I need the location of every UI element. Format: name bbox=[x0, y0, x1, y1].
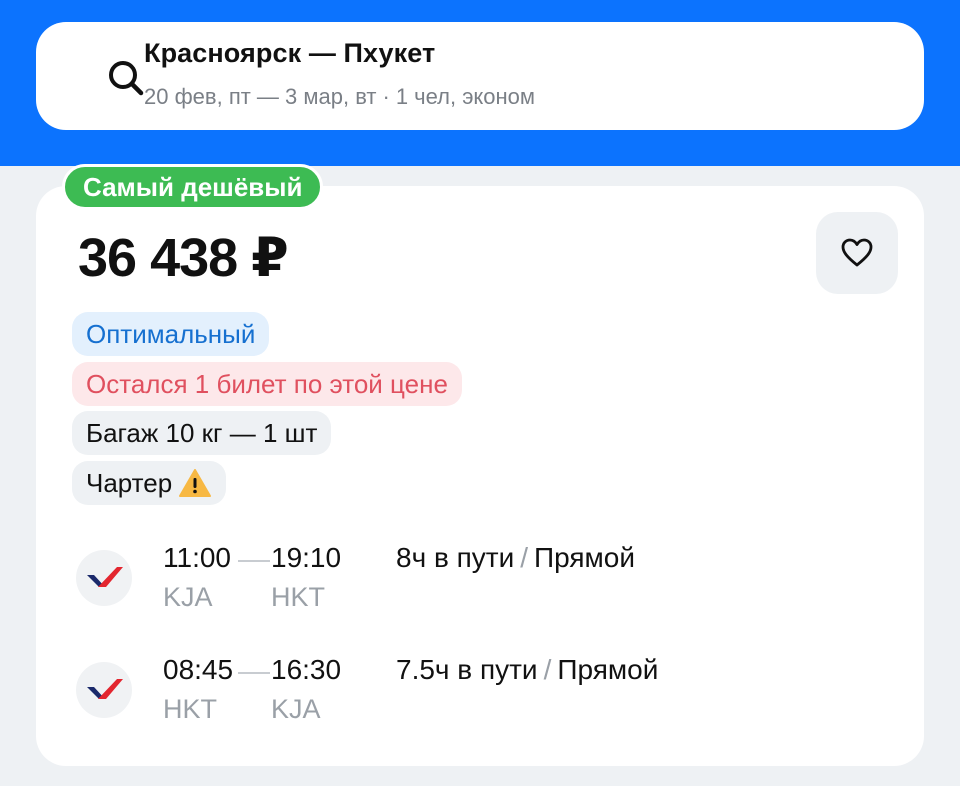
arrival-time: 19:10 bbox=[271, 542, 342, 573]
flight-segment-outbound[interactable]: 11:00 19:10 KJA HKT 8ч в пути / Прямой bbox=[76, 542, 896, 622]
baggage-tag: Багаж 10 кг — 1 шт bbox=[72, 411, 332, 455]
search-route: Красноярск — Пхукет bbox=[144, 38, 435, 69]
flight-type: Прямой bbox=[534, 542, 636, 573]
separator-dot: · bbox=[382, 84, 390, 109]
warning-icon bbox=[179, 469, 212, 497]
airline-logo-icon bbox=[87, 567, 123, 587]
favorite-button[interactable] bbox=[816, 212, 898, 294]
trip-dates: 20 фев, пт — 3 мар, вт bbox=[144, 84, 377, 109]
flight-type: Прямой bbox=[557, 654, 659, 685]
airline-logo bbox=[76, 550, 132, 606]
duration-slash: / bbox=[520, 542, 529, 573]
duration-text: 7.5ч в пути bbox=[396, 654, 538, 685]
arrival-airport: KJA bbox=[271, 694, 321, 724]
flight-duration: 7.5ч в пути / Прямой bbox=[396, 654, 658, 686]
time-connector bbox=[238, 672, 270, 674]
passengers-class: 1 чел, эконом bbox=[395, 84, 536, 109]
airline-logo-icon bbox=[87, 679, 123, 699]
arrival-time: 16:30 bbox=[271, 654, 342, 685]
departure-airport: HKT bbox=[163, 694, 217, 724]
route-title: Красноярск — Пхукет bbox=[144, 38, 436, 68]
arrival-airport: HKT bbox=[271, 582, 325, 612]
time-connector bbox=[238, 560, 270, 562]
duration-text: 8ч в пути bbox=[396, 542, 515, 573]
duration-slash: / bbox=[543, 654, 552, 685]
flight-segment-return[interactable]: 08:45 16:30 HKT KJA 7.5ч в пути / Прямой bbox=[76, 654, 896, 734]
heart-icon bbox=[841, 238, 873, 267]
charter-label: Чартер bbox=[86, 468, 173, 498]
flight-duration: 8ч в пути / Прямой bbox=[396, 542, 635, 574]
search-subtitle: 20 фев, пт — 3 мар, вт · 1 чел, эконом bbox=[144, 84, 535, 110]
search-icon bbox=[109, 61, 144, 96]
cheapest-badge: Самый дешёвый bbox=[62, 164, 324, 210]
last-ticket-tag: Остался 1 билет по этой цене bbox=[72, 362, 462, 406]
charter-tag: Чартер bbox=[72, 461, 227, 505]
airline-logo bbox=[76, 662, 132, 718]
departure-time: 11:00 bbox=[163, 542, 231, 573]
departure-airport: KJA bbox=[163, 582, 213, 612]
optimal-tag: Оптимальный bbox=[72, 312, 270, 356]
departure-time: 08:45 bbox=[163, 654, 234, 685]
ticket-price: 36 438 ₽ bbox=[78, 228, 289, 288]
